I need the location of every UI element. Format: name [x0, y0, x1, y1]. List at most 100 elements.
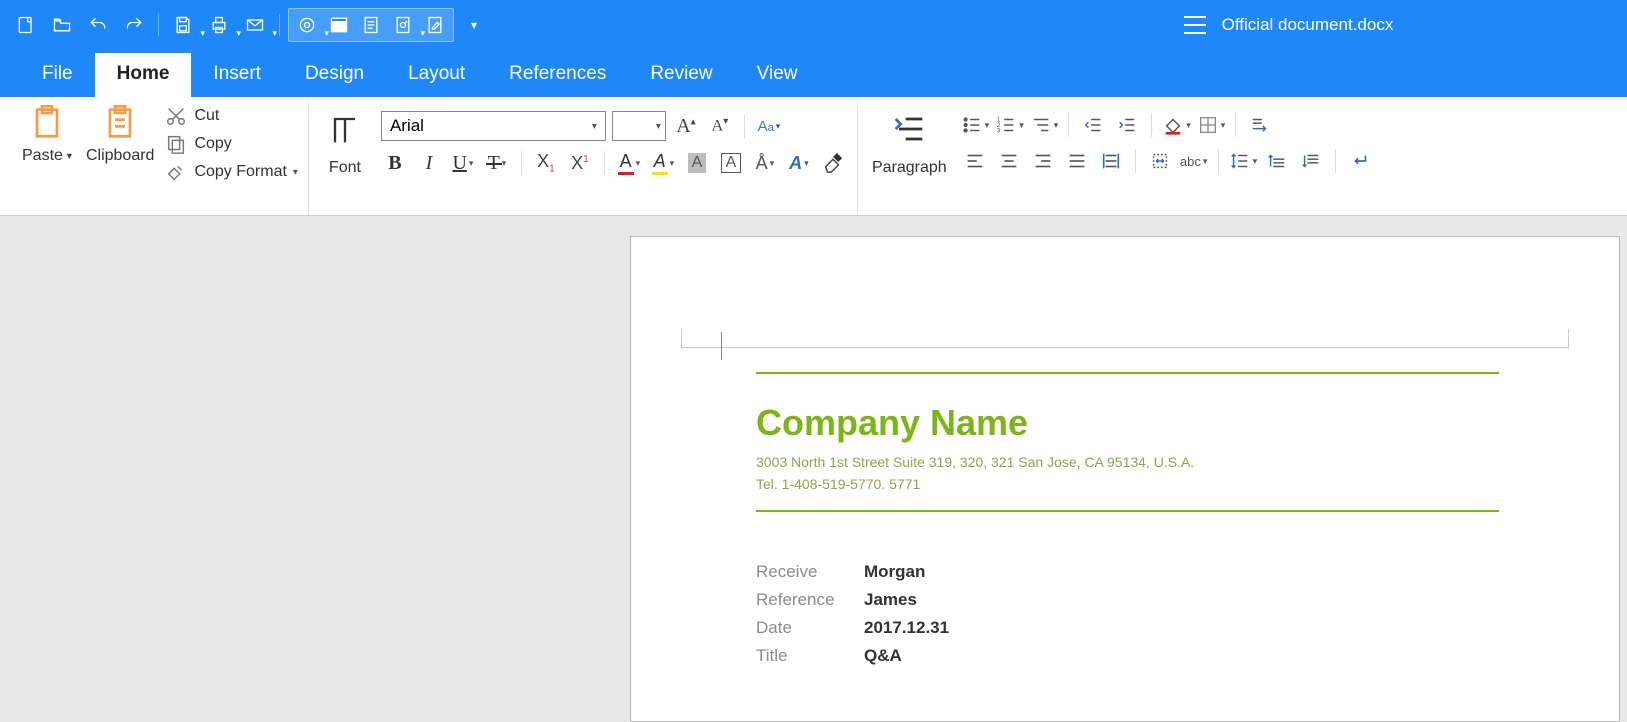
font-group-icon: Font: [319, 107, 371, 179]
increase-indent-icon[interactable]: [1113, 111, 1141, 139]
distribute-icon[interactable]: [1097, 147, 1125, 175]
ltr-icon[interactable]: [1246, 111, 1274, 139]
meta-row: Title Q&A: [756, 642, 1499, 670]
font-name-value: Arial: [390, 116, 424, 136]
redo-icon[interactable]: [118, 9, 150, 41]
borders-icon[interactable]: [1197, 111, 1226, 139]
paragraph-group-label: Paragraph: [872, 159, 947, 177]
copy-button[interactable]: Copy: [164, 131, 298, 157]
highlight-color-icon[interactable]: A: [649, 149, 677, 177]
text-effects-icon[interactable]: Å: [751, 149, 779, 177]
underline-icon[interactable]: U: [449, 149, 477, 177]
new-doc-icon[interactable]: [10, 9, 42, 41]
hamburger-icon[interactable]: [1184, 16, 1206, 34]
svg-text:3: 3: [997, 127, 1001, 134]
print-icon[interactable]: [203, 9, 235, 41]
italic-icon[interactable]: I: [415, 149, 443, 177]
mail-icon[interactable]: [239, 9, 271, 41]
tab-insert[interactable]: Insert: [191, 53, 283, 97]
line-spacing-icon[interactable]: [1229, 147, 1258, 175]
space-before-icon[interactable]: [1263, 147, 1291, 175]
ribbon-group-font: Font Arial ▾ ▾ A▴ A▾ Aa B I U: [309, 101, 858, 215]
meta-value[interactable]: 2017.12.31: [864, 618, 949, 638]
ribbon: Paste▾ Clipboard Cut Copy Copy Format: [0, 97, 1627, 216]
meta-key: Reference: [756, 590, 846, 610]
decrease-indent-icon[interactable]: [1079, 111, 1107, 139]
space-after-icon[interactable]: [1297, 147, 1325, 175]
paste-button[interactable]: Paste▾: [18, 101, 76, 193]
page-margin-guide: [681, 347, 1569, 348]
numbering-icon[interactable]: 123: [995, 111, 1024, 139]
change-case-icon[interactable]: Aa: [755, 112, 783, 140]
meta-value[interactable]: Q&A: [864, 646, 902, 666]
meta-value[interactable]: James: [864, 590, 917, 610]
bullets-icon[interactable]: [961, 111, 990, 139]
subscript-icon[interactable]: X1: [532, 149, 560, 177]
eraser-icon[interactable]: [819, 149, 847, 177]
refresh-page-icon[interactable]: [387, 9, 419, 41]
meta-key: Title: [756, 646, 846, 666]
company-title[interactable]: Company Name: [756, 402, 1499, 444]
document-body[interactable]: Company Name 3003 North 1st Street Suite…: [756, 372, 1499, 670]
save-icon[interactable]: [167, 9, 199, 41]
justify-icon[interactable]: [1063, 147, 1091, 175]
char-spacing-icon[interactable]: abc: [1180, 147, 1208, 175]
fit-width-icon[interactable]: [1146, 147, 1174, 175]
tab-view[interactable]: View: [735, 53, 820, 97]
fill-color-icon[interactable]: [1162, 111, 1191, 139]
company-tel[interactable]: Tel. 1-408-519-5770. 5771: [756, 476, 1499, 492]
paste-label: Paste: [22, 147, 63, 165]
document-page[interactable]: Company Name 3003 North 1st Street Suite…: [630, 236, 1620, 722]
font-name-combo[interactable]: Arial ▾: [381, 111, 606, 141]
align-left-icon[interactable]: [961, 147, 989, 175]
font-color-icon[interactable]: A: [615, 149, 643, 177]
quick-access-toolbar: ▾: [0, 8, 490, 42]
grow-font-icon[interactable]: A▴: [672, 112, 700, 140]
multilevel-list-icon[interactable]: [1030, 111, 1059, 139]
cut-button[interactable]: Cut: [164, 103, 298, 129]
shrink-font-icon[interactable]: A▾: [706, 112, 734, 140]
strikethrough-icon[interactable]: T: [483, 149, 511, 177]
open-icon[interactable]: [46, 9, 78, 41]
bold-icon[interactable]: B: [381, 149, 409, 177]
paragraph-return-icon[interactable]: [1346, 147, 1374, 175]
edit-page-icon[interactable]: [419, 9, 451, 41]
superscript-icon[interactable]: X1: [566, 149, 594, 177]
tab-file[interactable]: File: [20, 53, 95, 97]
font-group-label: Font: [329, 159, 361, 177]
clipboard-label: Clipboard: [86, 147, 154, 165]
clipboard-button[interactable]: Clipboard: [82, 101, 158, 193]
qat-customize-icon[interactable]: ▾: [458, 9, 490, 41]
tab-design[interactable]: Design: [283, 53, 386, 97]
align-center-icon[interactable]: [995, 147, 1023, 175]
align-right-icon[interactable]: [1029, 147, 1057, 175]
qat-separator: [279, 14, 280, 36]
meta-block[interactable]: ReceiveMorgan ReferenceJames Date2017.12…: [756, 558, 1499, 670]
qat-separator: [158, 14, 159, 36]
char-border-icon[interactable]: A: [717, 149, 745, 177]
undo-icon[interactable]: [82, 9, 114, 41]
document-title: Official document.docx: [1222, 15, 1394, 35]
shading-icon[interactable]: A: [683, 149, 711, 177]
tab-references[interactable]: References: [487, 53, 628, 97]
text-cursor: [721, 332, 722, 360]
company-address[interactable]: 3003 North 1st Street Suite 319, 320, 32…: [756, 454, 1499, 470]
cut-label: Cut: [194, 107, 219, 125]
meta-value[interactable]: Morgan: [864, 562, 925, 582]
copy-format-label: Copy Format: [194, 163, 286, 181]
target-icon[interactable]: [291, 9, 323, 41]
page-icon[interactable]: [355, 9, 387, 41]
tab-home[interactable]: Home: [95, 53, 192, 97]
title-bar: ▾ Official document.docx: [0, 0, 1627, 50]
tab-review[interactable]: Review: [628, 53, 734, 97]
title-center: Official document.docx: [490, 15, 1627, 35]
font-size-combo[interactable]: ▾: [612, 111, 666, 141]
qat-highlight-group: [288, 8, 454, 42]
tab-layout[interactable]: Layout: [386, 53, 487, 97]
text-style-icon[interactable]: A: [785, 149, 813, 177]
copy-format-button[interactable]: Copy Format ▾: [164, 159, 298, 185]
meta-row: ReceiveMorgan: [756, 558, 1499, 586]
document-canvas[interactable]: Company Name 3003 North 1st Street Suite…: [0, 216, 1627, 722]
window-icon[interactable]: [323, 9, 355, 41]
copy-label: Copy: [194, 135, 231, 153]
